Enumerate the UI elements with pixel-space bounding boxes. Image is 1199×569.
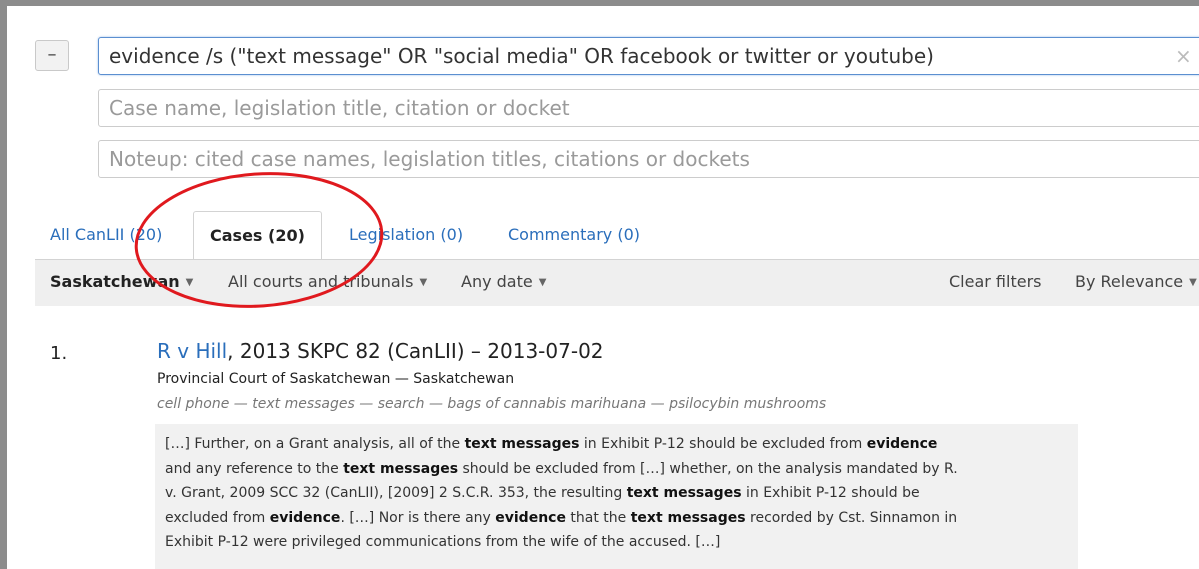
snippet-line: excluded from evidence. […] Nor is there… [165,509,958,526]
snippet-line: v. Grant, 2009 SCC 32 (CanLII), [2009] 2… [165,485,920,501]
result-court: Provincial Court of Saskatchewan — Saska… [157,371,515,387]
sort-label: By Relevance [1075,272,1184,291]
snippet-line: and any reference to the text messages s… [165,460,958,477]
result-title-link[interactable]: R v Hill [157,339,227,363]
noteup-input[interactable]: Noteup: cited case names, legislation ti… [98,140,1199,178]
result-title: R v Hill, 2013 SKPC 82 (CanLII) – 2013-0… [157,339,604,363]
result-keywords: cell phone — text messages — search — ba… [157,396,827,412]
jurisdiction-filter-label: Saskatchewan [50,272,180,291]
sort-dropdown[interactable]: By Relevance ▼ [1075,260,1197,305]
tab-legislation[interactable]: Legislation (0) [349,211,463,259]
filter-bar: Saskatchewan ▼ All courts and tribunals ▼ … [35,259,1199,306]
date-filter[interactable]: Any date ▼ [461,260,546,305]
result-tabs: All CanLII (20) Cases (20) Legislation (… [35,211,1199,259]
date-filter-label: Any date [461,272,533,291]
search-query-input[interactable]: evidence /s ("text message" OR "social m… [98,37,1199,75]
tab-cases[interactable]: Cases (20) [193,211,322,259]
result-number: 1. [50,343,68,364]
case-name-input[interactable]: Case name, legislation title, citation o… [98,89,1199,127]
courts-filter[interactable]: All courts and tribunals ▼ [228,260,427,305]
result-citation: , 2013 SKPC 82 (CanLII) – 2013-07-02 [227,339,604,363]
chevron-down-icon: ▼ [538,276,547,288]
clear-icon[interactable]: × [1175,44,1192,68]
jurisdiction-filter[interactable]: Saskatchewan ▼ [50,260,193,305]
chevron-down-icon: ▼ [185,276,194,288]
snippet-line: Exhibit P-12 were privileged communicati… [165,534,721,550]
tab-commentary[interactable]: Commentary (0) [508,211,640,259]
result-snippet: […] Further, on a Grant analysis, all of… [155,424,1078,569]
chevron-down-icon: ▼ [419,276,428,288]
collapse-search-button[interactable]: – [35,40,69,71]
clear-filters-link[interactable]: Clear filters [949,260,1041,304]
tab-all-canlii[interactable]: All CanLII (20) [50,211,162,259]
courts-filter-label: All courts and tribunals [228,272,414,291]
snippet-line: […] Further, on a Grant analysis, all of… [165,436,938,452]
chevron-down-icon: ▼ [1189,276,1197,288]
